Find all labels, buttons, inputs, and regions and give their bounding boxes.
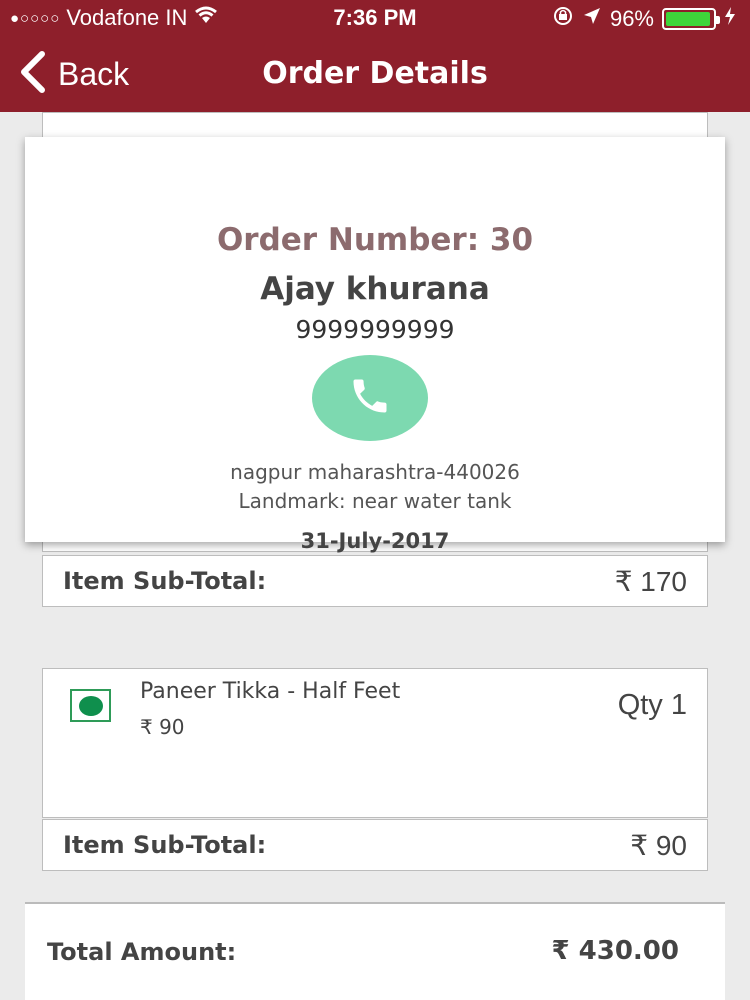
item-quantity: Qty 1	[617, 689, 687, 721]
order-content: Item Sub-Total: ₹ 170 Order Number: 30 A…	[0, 112, 750, 1000]
charging-icon	[724, 6, 736, 32]
order-number: Order Number: 30	[216, 222, 534, 258]
navigation-bar: Back Order Details	[0, 36, 750, 112]
item-price: ₹ 90	[140, 715, 185, 739]
veg-indicator-icon	[70, 689, 111, 722]
item-name: Paneer Tikka - Half Feet	[140, 679, 401, 704]
status-bar: ●○○○○ Vodafone IN 7:36 PM 96%	[0, 0, 750, 36]
phone-icon	[348, 374, 392, 422]
page-title: Order Details	[262, 56, 488, 91]
call-button[interactable]	[312, 355, 428, 441]
order-item-row: Paneer Tikka - Half Feet ₹ 90 Qty 1	[42, 668, 708, 818]
subtotal-value: ₹ 90	[630, 829, 687, 861]
veg-dot	[78, 695, 103, 716]
customer-phone[interactable]: 9999999999	[25, 315, 725, 344]
subtotal-row-2: Item Sub-Total: ₹ 90	[42, 819, 708, 871]
battery-percent: 96%	[609, 6, 654, 31]
customer-name: Ajay khurana	[260, 271, 490, 307]
orientation-lock-icon	[552, 5, 574, 33]
battery-level	[666, 12, 711, 26]
battery-icon	[662, 8, 720, 30]
order-date: 31-July-2017	[300, 529, 450, 553]
subtotal-label: Item Sub-Total:	[63, 567, 267, 595]
subtotal-row-1: Item Sub-Total: ₹ 170	[42, 555, 708, 607]
subtotal-label: Item Sub-Total:	[63, 831, 267, 859]
total-value: ₹ 430.00	[551, 936, 679, 966]
total-amount-bar: Total Amount: ₹ 430.00	[25, 902, 725, 1000]
location-arrow-icon	[582, 6, 602, 32]
status-indicators: 96%	[552, 5, 736, 33]
customer-landmark: Landmark: near water tank	[238, 489, 512, 513]
customer-card: Order Number: 30 Ajay khurana 9999999999…	[25, 137, 725, 553]
subtotal-value: ₹ 170	[614, 565, 687, 597]
customer-address: nagpur maharashtra-440026	[230, 460, 520, 484]
total-label: Total Amount:	[47, 938, 237, 966]
